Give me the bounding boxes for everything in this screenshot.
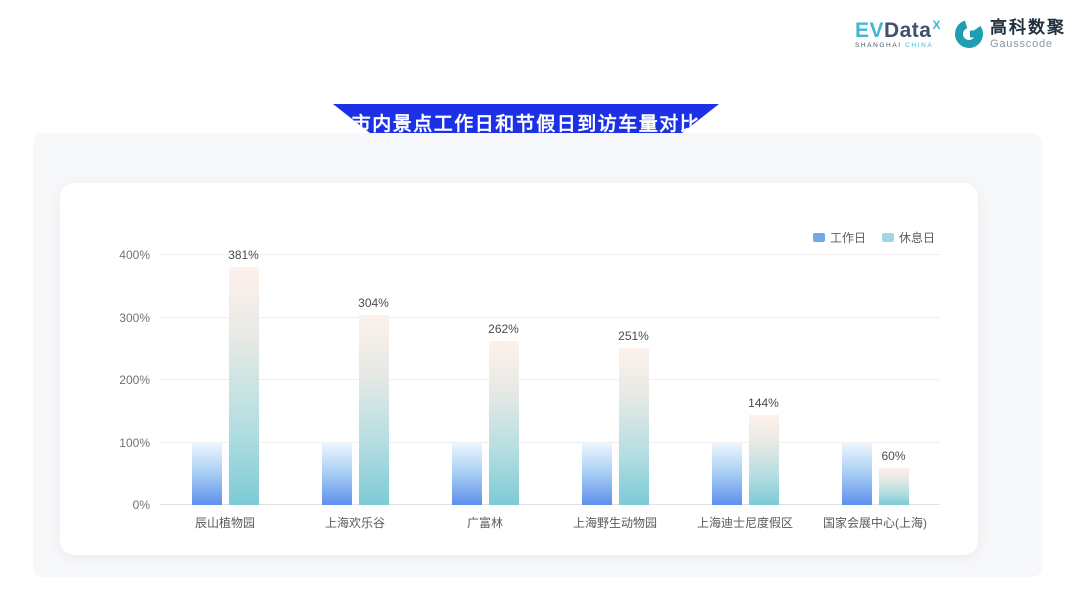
legend-label: 工作日	[830, 229, 866, 246]
bar-workday	[452, 443, 482, 506]
y-axis-tick: 300%	[98, 311, 150, 325]
gridline	[160, 442, 940, 443]
y-axis-tick: 400%	[98, 248, 150, 262]
chart-legend: 工作日 休息日	[813, 229, 935, 246]
bar-workday	[192, 443, 222, 506]
bar-restday	[749, 415, 779, 505]
gausscode-mark-icon	[954, 19, 984, 49]
evdata-sub-right: CHINA	[905, 42, 933, 49]
legend-swatch	[813, 233, 825, 242]
evdata-ev-text: EV	[855, 19, 884, 42]
bar-value-label: 262%	[488, 322, 519, 336]
x-axis-category-label: 辰山植物园	[195, 514, 255, 531]
x-axis-line	[160, 504, 940, 505]
page: EVDataX SHANGHAI CHINA 高科数聚 Gausscode 市内…	[0, 0, 1080, 608]
chart-panel: 工作日休息日 0%100%200%300%400%381%辰山植物园304%上海…	[33, 133, 1042, 577]
bar-workday	[842, 443, 872, 506]
bar-value-label: 381%	[228, 248, 259, 262]
x-axis-category-label: 上海欢乐谷	[325, 514, 385, 531]
bar-value-label: 60%	[881, 449, 905, 463]
bar-restday	[619, 348, 649, 505]
evdata-data-text: Data	[884, 19, 932, 42]
evdata-x-icon: X	[932, 18, 941, 32]
gausscode-en: Gausscode	[990, 38, 1066, 50]
bar-value-label: 304%	[358, 296, 389, 310]
bar-workday	[712, 443, 742, 506]
chart-card: 工作日休息日 0%100%200%300%400%381%辰山植物园304%上海…	[60, 183, 978, 555]
y-axis-tick: 0%	[98, 498, 150, 512]
evdata-sub-left: SHANGHAI	[855, 42, 902, 49]
evdata-subtitle: SHANGHAI CHINA	[855, 43, 933, 50]
bar-restday	[359, 315, 389, 505]
x-axis-category-label: 国家会展中心(上海)	[823, 514, 927, 531]
x-axis-category-label: 广富林	[467, 514, 503, 531]
gausscode-text: 高科数聚 Gausscode	[990, 19, 1066, 50]
gridline	[160, 254, 940, 255]
plot-area: 0%100%200%300%400%381%辰山植物园304%上海欢乐谷262%…	[160, 255, 940, 505]
bar-value-label: 144%	[748, 396, 779, 410]
legend-item[interactable]: 工作日	[813, 229, 866, 246]
gridline	[160, 379, 940, 380]
y-axis-tick: 100%	[98, 436, 150, 450]
bar-restday	[229, 267, 259, 505]
legend-label: 休息日	[899, 229, 935, 246]
y-axis-tick: 200%	[98, 373, 150, 387]
evdata-logo: EVDataX SHANGHAI CHINA	[855, 20, 940, 50]
gausscode-cn: 高科数聚	[990, 19, 1066, 38]
bar-workday	[322, 443, 352, 506]
legend-swatch	[882, 233, 894, 242]
x-axis-category-label: 上海迪士尼度假区	[697, 514, 793, 531]
page-title: 市内景点工作日和节假日到访车量对比	[352, 109, 701, 136]
bar-restday	[489, 341, 519, 505]
evdata-wordmark: EVDataX	[855, 20, 940, 41]
bar-restday	[879, 468, 909, 506]
gausscode-logo: 高科数聚 Gausscode	[954, 19, 1066, 50]
gridline	[160, 317, 940, 318]
bar-workday	[582, 443, 612, 506]
header-logos: EVDataX SHANGHAI CHINA 高科数聚 Gausscode	[855, 19, 1066, 50]
bar-value-label: 251%	[618, 329, 649, 343]
x-axis-category-label: 上海野生动物园	[573, 514, 657, 531]
legend-item[interactable]: 休息日	[882, 229, 935, 246]
